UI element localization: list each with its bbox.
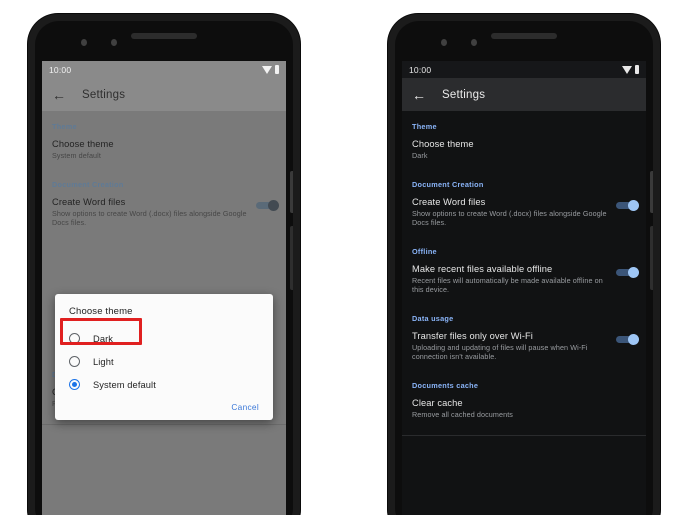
battery-icon bbox=[275, 65, 279, 74]
row-subtitle: Dark bbox=[412, 151, 428, 160]
row-subtitle: Show options to create Word (.docx) file… bbox=[52, 208, 247, 228]
row-text-block: Choose theme Dark bbox=[412, 138, 638, 161]
power-button[interactable] bbox=[290, 171, 293, 213]
section-header-document-creation: Document Creation bbox=[52, 179, 124, 189]
row-text-block: Clear cache Remove all cached documents bbox=[412, 397, 638, 420]
row-title: Create Word files bbox=[52, 196, 126, 207]
row-subtitle: Show options to create Word (.docx) file… bbox=[412, 208, 607, 228]
page-title: Settings bbox=[82, 88, 126, 101]
status-bar-time: 10:00 bbox=[49, 64, 72, 75]
row-title: Choose theme bbox=[52, 139, 114, 149]
radio-button-light[interactable] bbox=[69, 356, 80, 367]
toggle-knob bbox=[268, 199, 279, 211]
wifi-icon bbox=[622, 65, 632, 74]
status-bar-icons bbox=[622, 65, 639, 74]
battery-icon bbox=[635, 65, 639, 74]
toggle-create-word-files[interactable] bbox=[256, 199, 279, 211]
screenshot-stage: 10:00 ← Settings Theme Choose theme Syst… bbox=[0, 0, 679, 515]
row-title: Create Word files bbox=[412, 196, 486, 207]
front-camera-icon bbox=[441, 39, 447, 46]
settings-list-left[interactable]: Theme Choose theme System default Docume… bbox=[42, 111, 286, 515]
section-header-data-usage: Data usage bbox=[412, 313, 454, 323]
dialog-option-system-default[interactable]: System default bbox=[55, 373, 273, 396]
radio-button-system-default[interactable] bbox=[69, 379, 80, 390]
toggle-knob bbox=[628, 266, 639, 278]
toggle-offline-files[interactable] bbox=[616, 266, 639, 278]
cancel-button[interactable]: Cancel bbox=[231, 402, 259, 412]
app-bar-left: ← Settings bbox=[42, 78, 286, 111]
section-header-document-creation: Document Creation bbox=[412, 179, 484, 189]
volume-button[interactable] bbox=[650, 226, 653, 290]
row-text-block: Create Word files Show options to create… bbox=[412, 196, 610, 228]
front-sensor-icon bbox=[111, 39, 117, 46]
row-subtitle: System default bbox=[52, 151, 101, 160]
toggle-knob bbox=[628, 199, 639, 211]
row-title: Transfer files only over Wi-Fi bbox=[412, 330, 533, 341]
app-bar-right: ← Settings bbox=[402, 78, 646, 111]
earpiece-speaker-icon bbox=[131, 33, 197, 39]
phone-screen-left: 10:00 ← Settings Theme Choose theme Syst… bbox=[42, 61, 286, 515]
setting-row-clear-cache[interactable]: Clear cache Remove all cached documents bbox=[402, 394, 646, 428]
setting-row-create-word-files[interactable]: Create Word files Show options to create… bbox=[42, 193, 286, 236]
wifi-icon bbox=[262, 65, 272, 74]
earpiece-speaker-icon bbox=[491, 33, 557, 39]
dialog-option-label: Light bbox=[93, 356, 114, 367]
row-text-block: Choose theme System default bbox=[52, 138, 278, 161]
row-text-block: Create Word files Show options to create… bbox=[52, 196, 250, 228]
back-arrow-icon[interactable]: ← bbox=[52, 88, 66, 102]
toggle-create-word-files[interactable] bbox=[616, 199, 639, 211]
row-text-block: Make recent files available offline Rece… bbox=[412, 263, 610, 295]
row-subtitle: Recent files will automatically be made … bbox=[412, 275, 603, 295]
list-divider bbox=[42, 424, 286, 425]
dialog-option-label: System default bbox=[93, 379, 156, 390]
front-sensor-icon bbox=[471, 39, 477, 46]
setting-row-choose-theme[interactable]: Choose theme System default bbox=[42, 135, 286, 169]
setting-row-wifi-only[interactable]: Transfer files only over Wi-Fi Uploading… bbox=[402, 327, 646, 370]
list-divider bbox=[402, 435, 646, 436]
row-subtitle: Remove all cached documents bbox=[412, 409, 513, 419]
status-bar-left: 10:00 bbox=[42, 61, 286, 78]
setting-row-offline-files[interactable]: Make recent files available offline Rece… bbox=[402, 260, 646, 303]
row-title: Clear cache bbox=[412, 397, 463, 408]
row-title: Choose theme bbox=[412, 139, 474, 149]
page-title: Settings bbox=[442, 88, 486, 101]
status-bar-time: 10:00 bbox=[409, 64, 432, 75]
phone-bezel-left: 10:00 ← Settings Theme Choose theme Syst… bbox=[35, 21, 293, 515]
dialog-option-label: Dark bbox=[93, 333, 114, 344]
row-title: Make recent files available offline bbox=[412, 263, 553, 274]
front-camera-icon bbox=[81, 39, 87, 46]
setting-row-choose-theme[interactable]: Choose theme Dark bbox=[402, 135, 646, 169]
back-arrow-icon[interactable]: ← bbox=[412, 88, 426, 102]
section-header-theme: Theme bbox=[52, 122, 77, 131]
dialog-option-dark[interactable]: Dark bbox=[55, 327, 273, 350]
row-subtitle: Uploading and updating of files will pau… bbox=[412, 342, 588, 362]
section-header-documents-cache: Documents cache bbox=[412, 380, 479, 390]
status-bar-icons bbox=[262, 65, 279, 74]
toggle-wifi-only[interactable] bbox=[616, 333, 639, 345]
dialog-option-light[interactable]: Light bbox=[55, 350, 273, 373]
dialog-title: Choose theme bbox=[69, 306, 133, 317]
phone-device-left: 10:00 ← Settings Theme Choose theme Syst… bbox=[28, 14, 300, 515]
settings-list-right[interactable]: Theme Choose theme Dark Document Creatio… bbox=[402, 111, 646, 515]
phone-bezel-right: 10:00 ← Settings Theme Choose theme Dark… bbox=[395, 21, 653, 515]
setting-row-create-word-files[interactable]: Create Word files Show options to create… bbox=[402, 193, 646, 236]
choose-theme-dialog[interactable]: Choose theme Dark Light System default C… bbox=[55, 294, 273, 420]
phone-screen-right: 10:00 ← Settings Theme Choose theme Dark… bbox=[402, 61, 646, 515]
phone-device-right: 10:00 ← Settings Theme Choose theme Dark… bbox=[388, 14, 660, 515]
section-header-offline: Offline bbox=[412, 246, 437, 256]
dialog-actions: Cancel bbox=[55, 396, 273, 414]
section-header-theme: Theme bbox=[412, 122, 437, 131]
power-button[interactable] bbox=[650, 171, 653, 213]
radio-button-dark[interactable] bbox=[69, 333, 80, 344]
toggle-knob bbox=[628, 333, 639, 345]
volume-button[interactable] bbox=[290, 226, 293, 290]
row-text-block: Transfer files only over Wi-Fi Uploading… bbox=[412, 330, 610, 362]
status-bar-right: 10:00 bbox=[402, 61, 646, 78]
